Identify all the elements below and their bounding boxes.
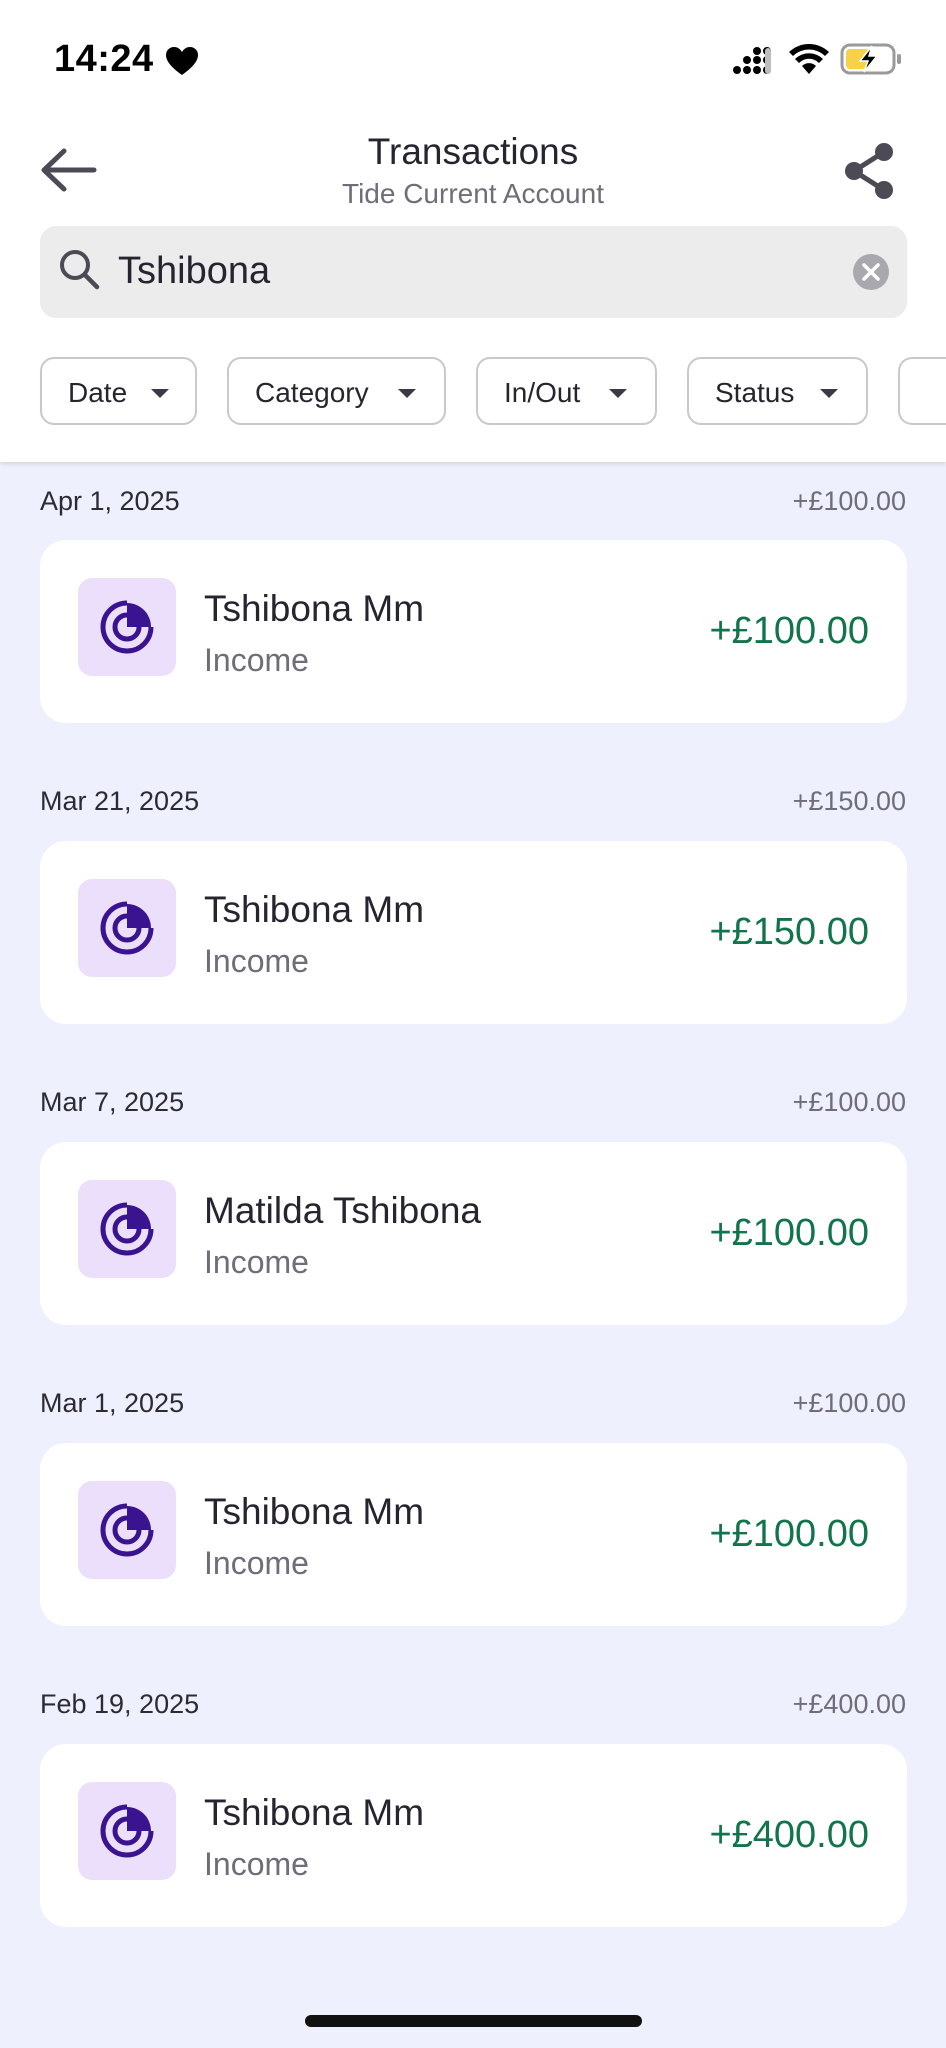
chevron-down-icon [609,389,627,398]
group-total: +£100.00 [792,1388,906,1418]
wifi-icon [789,44,829,74]
transaction-avatar [78,1180,176,1278]
group-date: Mar 7, 2025 [40,1087,185,1117]
heart-icon [166,47,198,75]
top-header-area: 14:24 Transactions Tide Current Account … [0,0,946,462]
filter-category-label: Category [255,377,369,408]
search-input[interactable]: Tshibona [40,226,907,318]
group-total: +£150.00 [792,786,906,816]
transaction-avatar [78,1481,176,1579]
share-icon[interactable] [838,140,900,202]
income-chart-icon [100,1503,154,1557]
transaction-category: Income [204,1846,309,1882]
transaction-category: Income [204,943,309,979]
account-subtitle: Tide Current Account [342,178,604,209]
status-time: 14:24 [54,38,154,80]
cellular-signal-icon [733,47,771,74]
transaction-name: Matilda Tshibona [204,1190,481,1231]
transaction-name: Tshibona Mm [204,1491,425,1532]
filter-status-label: Status [715,377,795,408]
status-bar: 14:24 [0,0,946,120]
transaction-name: Tshibona Mm [204,889,425,930]
group-total: +£100.00 [792,1087,906,1117]
income-chart-icon [100,1202,154,1256]
filter-more-dropdown[interactable] [898,357,946,425]
group-total: +£100.00 [792,486,906,516]
filter-chips: Date Category In/Out Status [0,357,946,425]
group-date: Mar 21, 2025 [40,786,200,816]
filter-status-dropdown[interactable]: Status [687,357,868,425]
filter-date-dropdown[interactable]: Date [40,357,197,425]
chevron-down-icon [820,389,838,398]
battery-charging-icon [840,43,901,75]
page-title: Transactions [367,131,579,172]
transaction-name: Tshibona Mm [204,588,425,629]
income-chart-icon [100,901,154,955]
search-icon [60,250,100,290]
filter-date-label: Date [68,377,128,408]
filter-category-dropdown[interactable]: Category [227,357,446,425]
income-chart-icon [100,600,154,654]
transaction-amount: +£100.00 [709,610,869,652]
search-query[interactable]: Tshibona [118,250,270,293]
transaction-amount: +£150.00 [709,911,869,953]
transaction-card[interactable]: Tshibona Mm Income +£150.00 [40,841,907,1024]
transaction-avatar [78,1782,176,1880]
transaction-avatar [78,879,176,977]
group-date: Feb 19, 2025 [40,1689,200,1719]
transaction-category: Income [204,1545,309,1581]
transaction-category: Income [204,1244,309,1280]
transaction-category: Income [204,642,309,678]
group-date: Mar 1, 2025 [40,1388,185,1418]
chevron-down-icon [398,389,416,398]
transaction-amount: +£400.00 [709,1814,869,1856]
transaction-card[interactable]: Matilda Tshibona Income +£100.00 [40,1142,907,1325]
group-total: +£400.00 [792,1689,906,1719]
income-chart-icon [100,1804,154,1858]
transaction-card[interactable]: Tshibona Mm Income +£100.00 [40,540,907,723]
transaction-card[interactable]: Tshibona Mm Income +£400.00 [40,1744,907,1927]
filter-in-out-label: In/Out [504,377,581,408]
transaction-name: Tshibona Mm [204,1792,425,1833]
home-indicator[interactable] [305,2015,642,2027]
transaction-amount: +£100.00 [709,1212,869,1254]
clear-icon[interactable] [852,253,890,291]
transaction-avatar [78,578,176,676]
filter-in-out-dropdown[interactable]: In/Out [476,357,657,425]
transaction-amount: +£100.00 [709,1513,869,1555]
transaction-card[interactable]: Tshibona Mm Income +£100.00 [40,1443,907,1626]
chevron-down-icon [151,389,169,398]
group-date: Apr 1, 2025 [40,486,180,516]
